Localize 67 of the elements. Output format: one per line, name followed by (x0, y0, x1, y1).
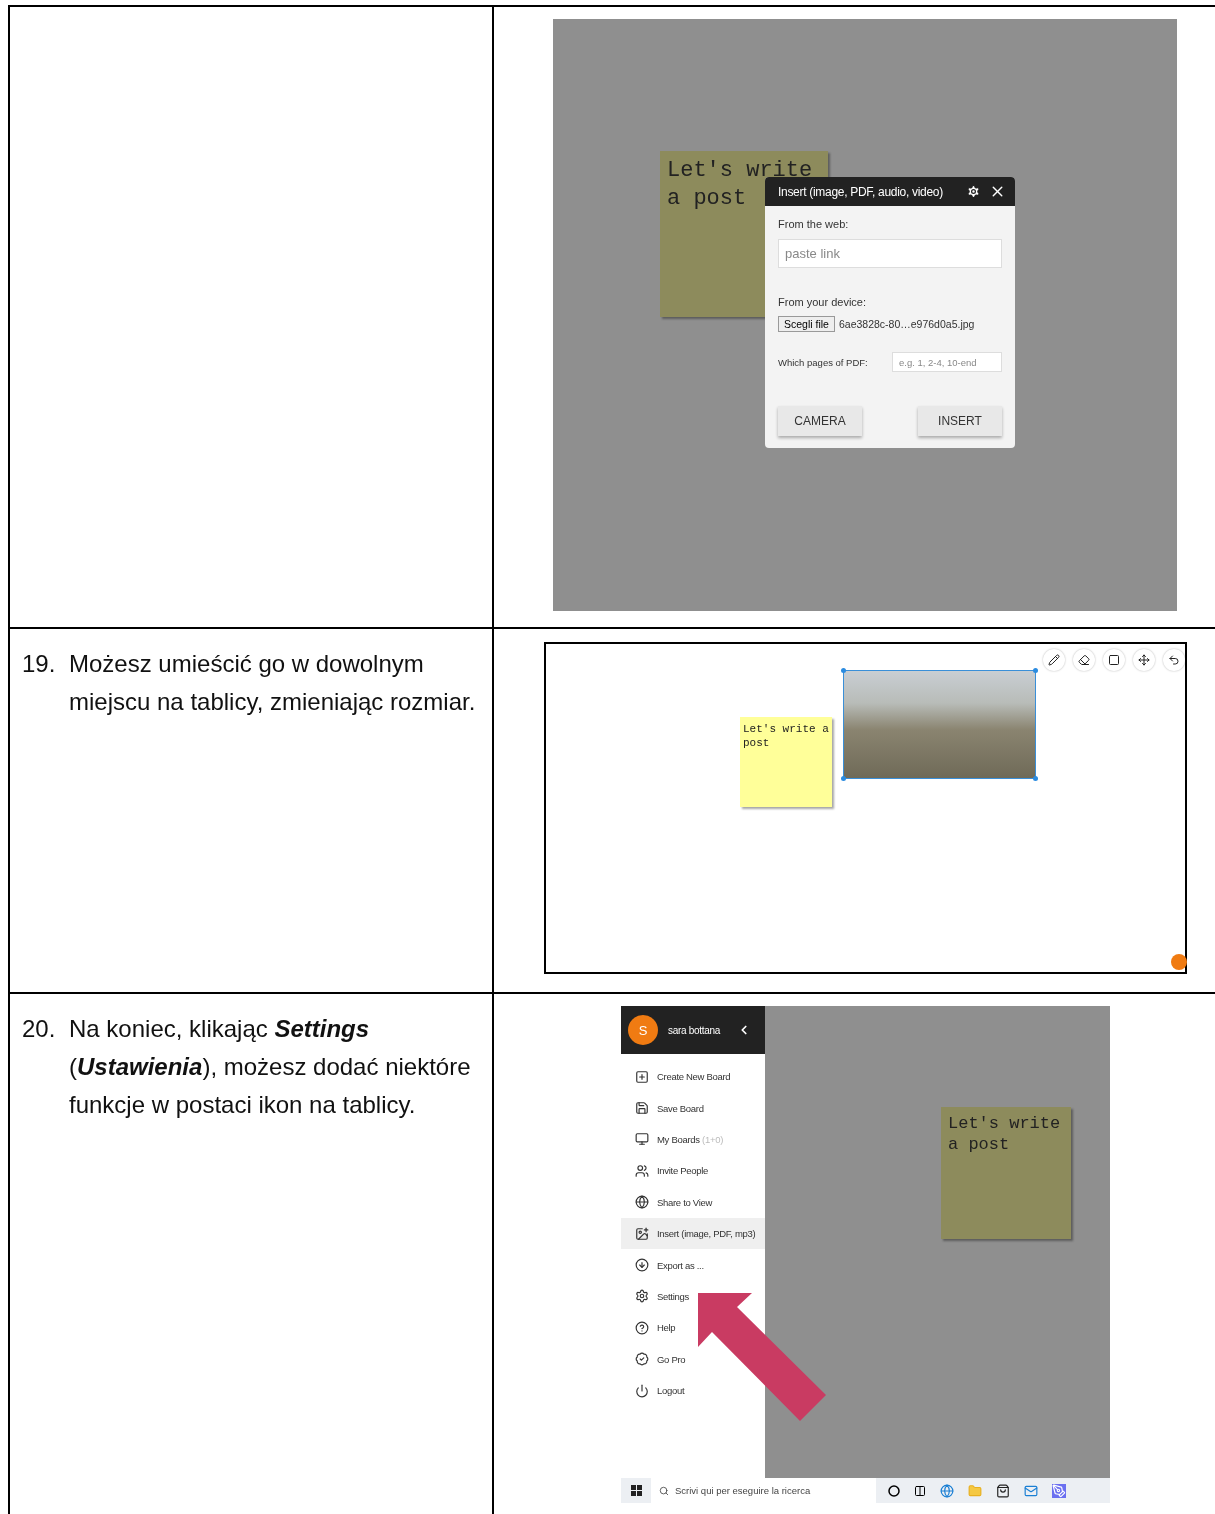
step-number: 19. (22, 649, 57, 679)
step-number: 20. (22, 1014, 57, 1044)
menu-label: Create New Board (657, 1071, 731, 1083)
menu-item[interactable]: Invite People (621, 1155, 713, 1187)
browser-icon[interactable] (940, 1483, 954, 1498)
menu-label: Logout (657, 1385, 685, 1397)
menu-label: Export as ... (657, 1259, 704, 1271)
menu-item[interactable]: Insert (image, PDF, mp3) (621, 1217, 765, 1250)
menu-item[interactable]: Create New Board (621, 1061, 735, 1093)
resize-handle[interactable] (841, 776, 846, 781)
undo-icon[interactable] (1163, 649, 1185, 671)
resize-handle[interactable] (1033, 776, 1038, 781)
power-icon (635, 1383, 649, 1398)
user-name: sara bottana (668, 1024, 722, 1036)
field-label: Which pages of PDF: (778, 356, 868, 368)
step-text: Na koniec, klikając Settings (Ustawienia), możesz dodać niektóre funkcje w postaci ikon na tablicy. (69, 1014, 472, 1120)
menu-label: Share to View (657, 1196, 713, 1208)
people-icon (635, 1163, 649, 1178)
badge-icon (635, 1352, 649, 1367)
monitor-icon (635, 1132, 649, 1147)
sticky-note: Let's write a post (941, 1107, 1071, 1239)
menu-label: Invite People (657, 1165, 709, 1177)
menu-label: My Boards (1+0) (657, 1133, 723, 1145)
avatar-dot[interactable] (1171, 954, 1187, 970)
eraser-icon[interactable] (1073, 649, 1095, 671)
globe-icon (635, 1195, 649, 1210)
board-plus-icon (635, 1069, 649, 1084)
circle-icon[interactable] (888, 1484, 900, 1497)
search-icon (659, 1485, 669, 1496)
menu-item[interactable]: Logout (621, 1374, 689, 1407)
taskbar-search-field[interactable]: Scrivi qui per eseguire la ricerca (651, 1478, 876, 1503)
help-icon (635, 1320, 649, 1335)
menu-label: Help (657, 1322, 676, 1334)
pencil-icon[interactable] (1043, 649, 1065, 671)
menu-item[interactable]: My Boards (1+0) (621, 1123, 727, 1156)
file-name: 6ae3828c-80…e976d0a5.jpg (838, 318, 975, 330)
resize-handle[interactable] (841, 668, 846, 673)
settings-icon[interactable] (966, 184, 981, 199)
resize-handle[interactable] (1033, 668, 1038, 673)
menu-item[interactable]: Share to View (621, 1186, 717, 1218)
menu-label: Insert (image, PDF, mp3) (657, 1228, 756, 1240)
menu-item[interactable]: Help (621, 1312, 680, 1344)
step-text: Możesz umieścić go w dowolnym miejscu na tablicy, zmieniając rozmiar. (69, 649, 477, 717)
menu-item[interactable]: Save Board (621, 1092, 708, 1124)
image-icon (635, 1226, 649, 1241)
app-icon[interactable] (1052, 1483, 1066, 1498)
menu-item[interactable]: Export as ... (621, 1249, 708, 1281)
settings-icon (635, 1289, 649, 1304)
photo-placeholder[interactable] (844, 671, 1035, 778)
pages-field[interactable]: e.g. 1, 2-4, 10-end (892, 352, 1002, 372)
menu-label: Save Board (657, 1102, 704, 1114)
menu-label: Settings (657, 1290, 689, 1302)
task-view-icon[interactable] (914, 1484, 926, 1497)
insert-button[interactable]: INSERT (918, 406, 1002, 436)
sticky-note: Let's write a post (740, 717, 832, 807)
bag-icon[interactable] (996, 1483, 1010, 1498)
menu-item[interactable]: Go Pro (621, 1343, 690, 1375)
menu-item[interactable]: Settings (621, 1280, 693, 1313)
choose-file-button[interactable]: Scegli file (778, 316, 835, 332)
mail-icon[interactable] (1024, 1483, 1038, 1498)
camera-button[interactable]: CAMERA (778, 406, 862, 436)
download-icon (635, 1258, 649, 1273)
search-placeholder: Scrivi qui per eseguire la ricerca (675, 1485, 811, 1496)
move-icon[interactable] (1133, 649, 1155, 671)
save-icon (635, 1101, 649, 1116)
menu-label: Go Pro (657, 1353, 686, 1365)
link-field[interactable]: paste link (778, 239, 1002, 268)
